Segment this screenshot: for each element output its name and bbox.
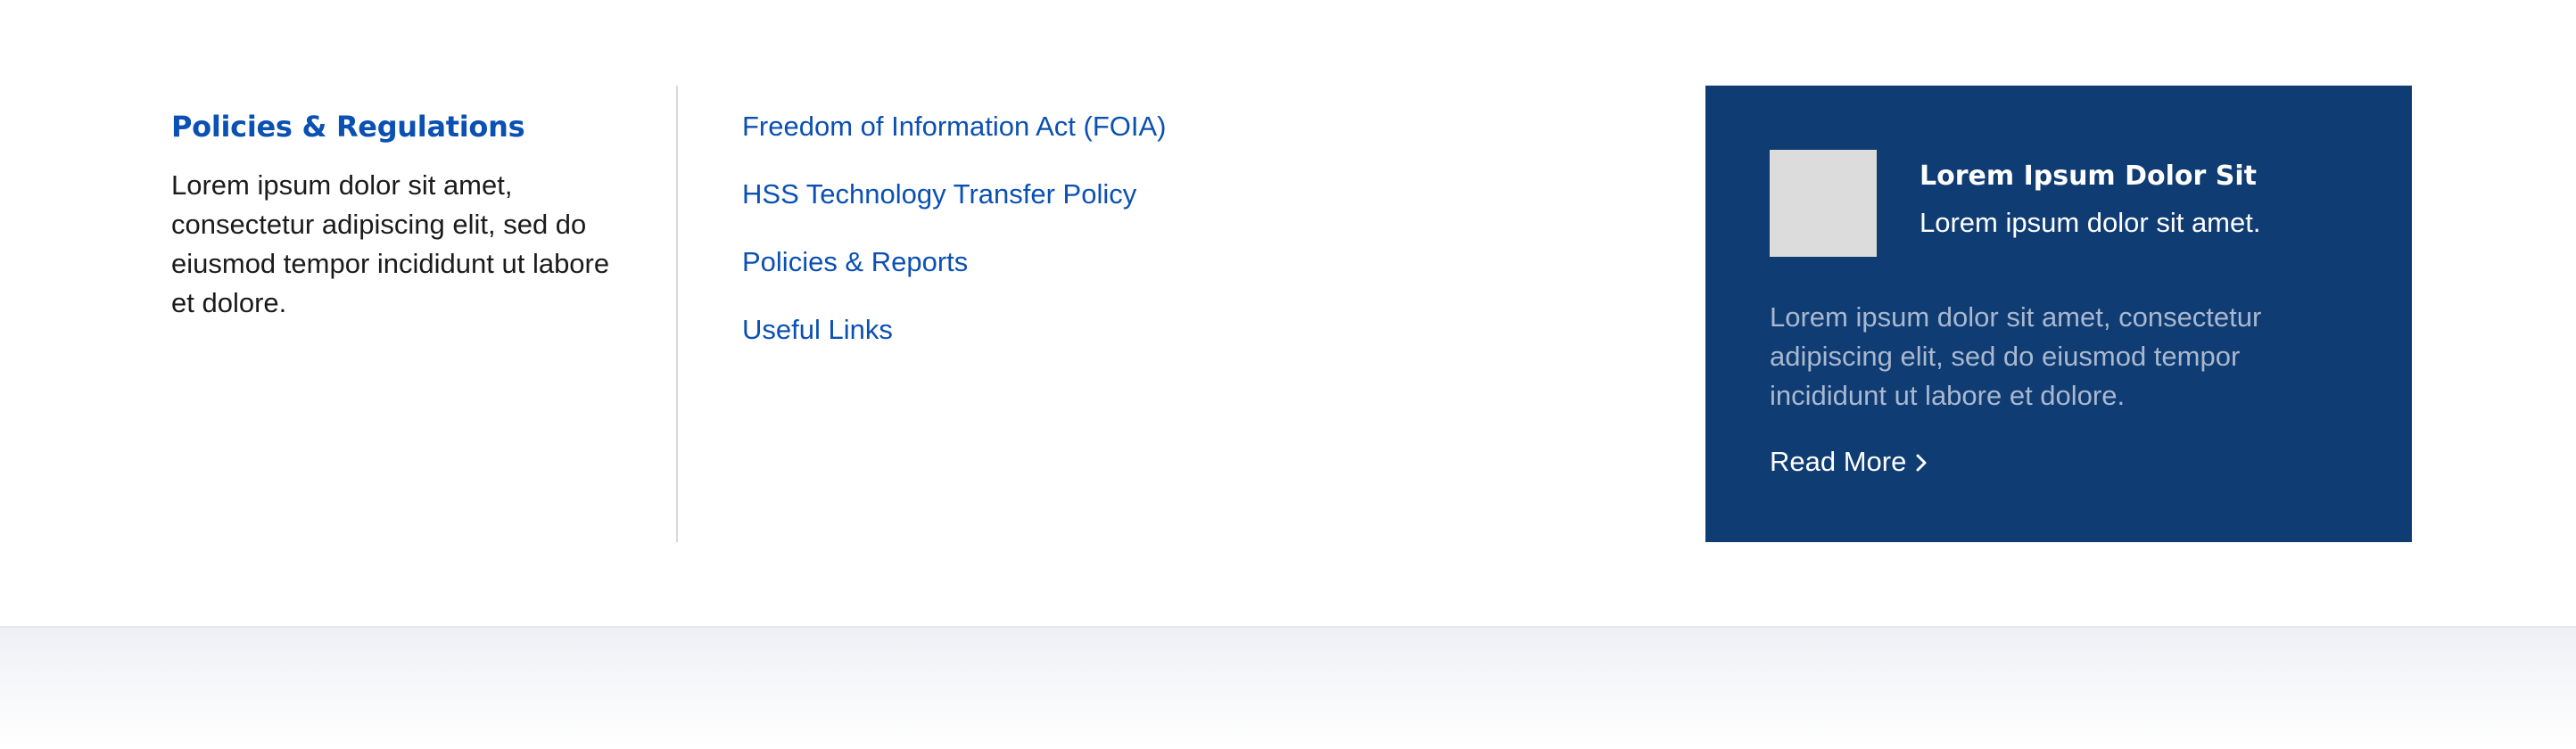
promo-card: Lorem Ipsum Dolor Sit Lorem ipsum dolor … [1705, 86, 2412, 542]
policies-section: Policies & Regulations Lorem ipsum dolor… [0, 0, 2576, 626]
read-more-link[interactable]: Read More [1770, 442, 1928, 482]
list-item: HSS Technology Transfer Policy [742, 171, 1167, 239]
read-more-label: Read More [1770, 446, 1907, 477]
section-intro: Policies & Regulations Lorem ipsum dolor… [171, 105, 617, 323]
column-divider [676, 86, 678, 542]
link-foia[interactable]: Freedom of Information Act (FOIA) [742, 111, 1167, 142]
chevron-right-icon [1916, 454, 1927, 472]
list-item: Policies & Reports [742, 239, 1167, 307]
section-title: Policies & Regulations [171, 110, 525, 144]
link-useful-links[interactable]: Useful Links [742, 314, 893, 345]
list-item: Freedom of Information Act (FOIA) [742, 103, 1167, 171]
promo-thumbnail-placeholder [1770, 150, 1877, 257]
link-technology-transfer-policy[interactable]: HSS Technology Transfer Policy [742, 178, 1136, 210]
link-policies-reports[interactable]: Policies & Reports [742, 246, 968, 277]
section-bottom-band [0, 626, 2576, 749]
policy-links-list: Freedom of Information Act (FOIA) HSS Te… [742, 103, 1167, 374]
section-description: Lorem ipsum dolor sit amet, consectetur … [171, 169, 610, 318]
promo-subtitle: Lorem ipsum dolor sit amet. [1920, 207, 2261, 238]
promo-title: Lorem Ipsum Dolor Sit [1920, 160, 2258, 192]
promo-description: Lorem ipsum dolor sit amet, consectetur … [1770, 301, 2262, 411]
list-item: Useful Links [742, 307, 1167, 374]
